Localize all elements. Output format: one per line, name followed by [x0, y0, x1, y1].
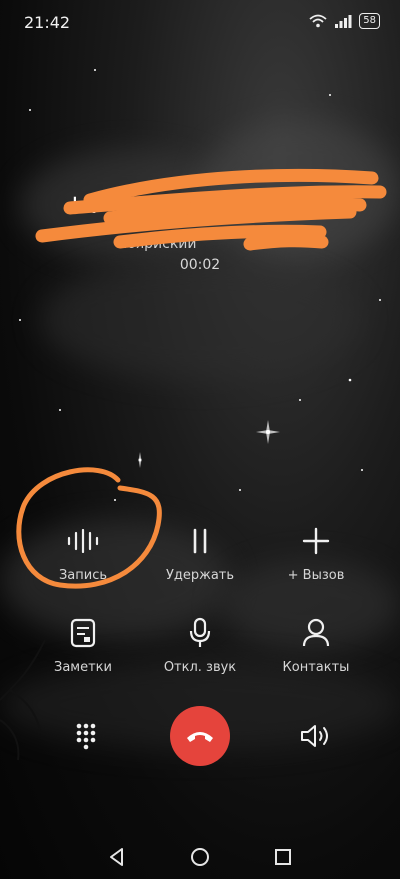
home-button[interactable] [189, 846, 211, 868]
back-button[interactable] [106, 846, 128, 868]
back-icon [110, 848, 123, 866]
speaker-button[interactable] [296, 718, 336, 754]
end-call-button[interactable] [170, 706, 230, 766]
notes-icon [70, 618, 96, 648]
contacts-label: Контакты [282, 660, 350, 675]
dialpad-icon [76, 723, 96, 750]
dialpad-button[interactable] [68, 718, 104, 754]
end-call-icon [187, 732, 213, 742]
recents-button[interactable] [272, 846, 294, 868]
mute-button[interactable]: Откл. звук [145, 612, 255, 675]
mute-label: Откл. звук [163, 660, 237, 675]
speaker-icon [301, 725, 328, 747]
recents-icon [275, 849, 291, 865]
contacts-icon [302, 618, 330, 647]
contacts-button[interactable]: Контакты [261, 612, 371, 675]
notes-label: Заметки [54, 660, 112, 675]
notes-button[interactable]: Заметки [28, 612, 138, 675]
home-icon [191, 848, 209, 866]
microphone-icon [189, 617, 211, 647]
